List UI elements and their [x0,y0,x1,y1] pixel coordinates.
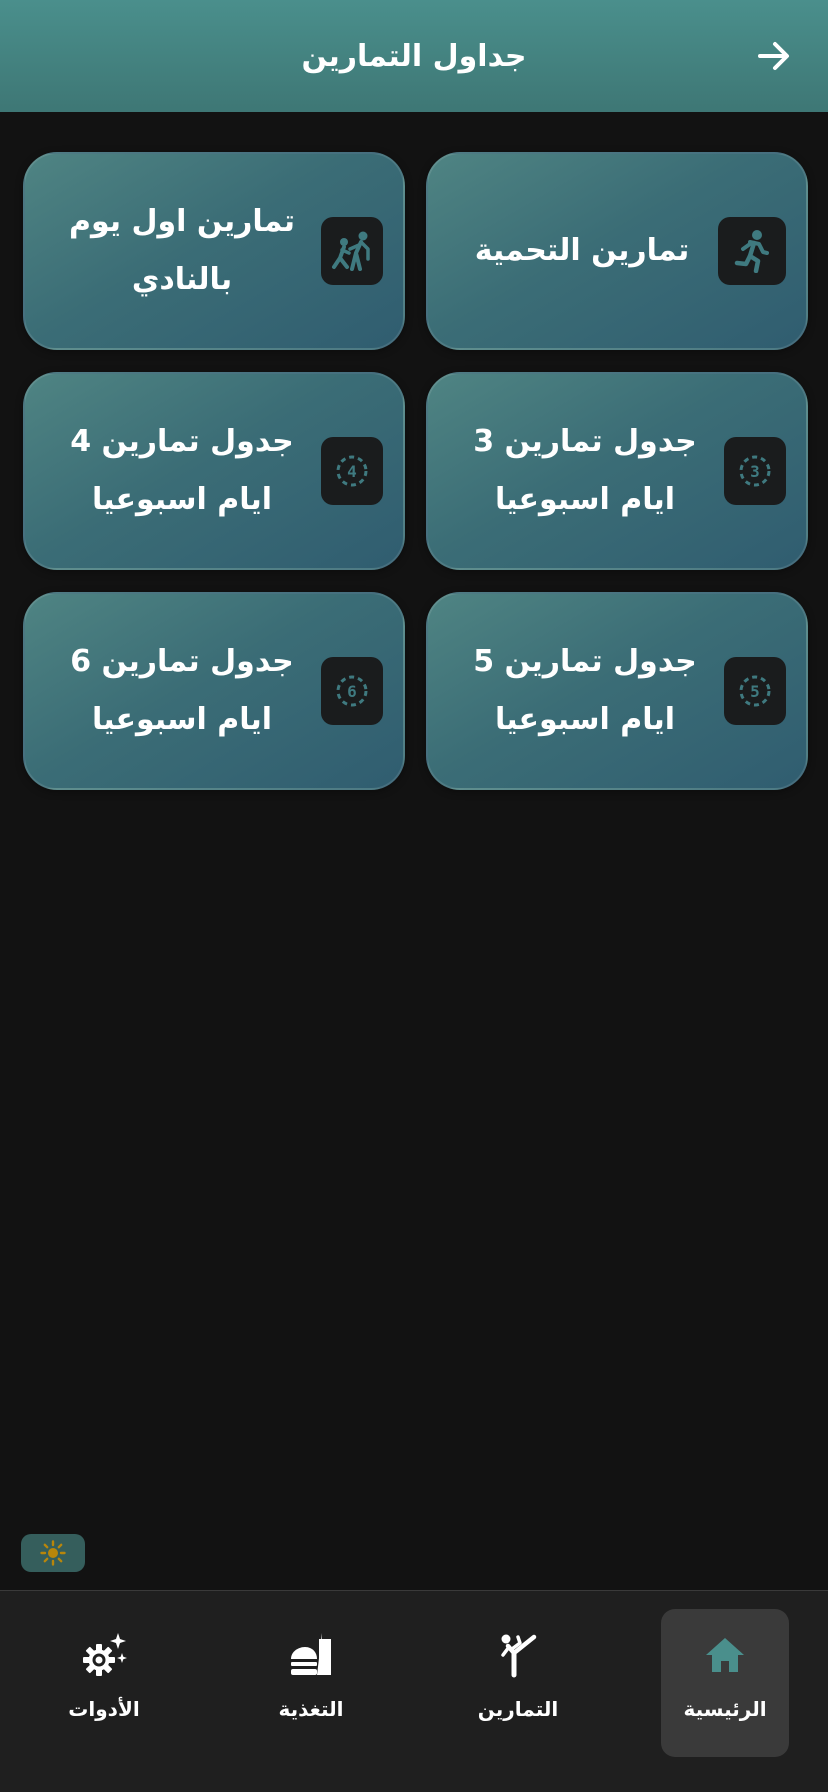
theme-toggle-button[interactable] [21,1534,85,1572]
card-number: 6 [347,682,357,701]
running-icon [718,217,786,285]
nav-label: الرئيسية [683,1697,767,1721]
arrow-right-icon [758,42,789,70]
card-number: 4 [347,462,357,481]
card-label: جدول تمارين 6 ايام اسبوعيا [70,644,294,737]
nav-item-nutrition[interactable]: التغذية [247,1609,375,1757]
fastfood-icon [287,1631,335,1679]
trainer-icon [321,217,383,285]
settings-sparkle-icon [80,1631,128,1679]
card-number: 3 [750,462,760,481]
nav-label: التغذية [278,1697,344,1721]
card-number: 5 [750,682,760,701]
app-header: جداول التمارين [0,0,828,112]
card-first-day-gym[interactable]: تمارين اول يوم بالنادي [23,152,405,350]
card-warmup[interactable]: تمارين التحمية [426,152,808,350]
card-3-days-weekly[interactable]: 3 جدول تمارين 3 ايام اسبوعيا [426,372,808,570]
number-3-circle-icon: 3 [724,437,786,505]
card-6-days-weekly[interactable]: 6 جدول تمارين 6 ايام اسبوعيا [23,592,405,790]
card-label: جدول تمارين 3 ايام اسبوعيا [473,424,697,517]
karate-icon [494,1631,542,1679]
workout-tables-grid: تمارين التحمية تمارين اول يوم بالنادي 3 … [21,152,808,790]
back-button[interactable] [754,36,794,76]
number-5-circle-icon: 5 [724,657,786,725]
card-label: جدول تمارين 5 ايام اسبوعيا [473,644,697,737]
sun-icon [40,1540,66,1566]
card-label: تمارين اول يوم بالنادي [68,204,296,297]
nav-item-tools[interactable]: الأدوات [40,1609,168,1757]
number-4-circle-icon: 4 [321,437,383,505]
nav-item-workouts[interactable]: التمارين [454,1609,582,1757]
card-4-days-weekly[interactable]: 4 جدول تمارين 4 ايام اسبوعيا [23,372,405,570]
nav-label: الأدوات [68,1697,140,1721]
card-label: تمارين التحمية [474,233,690,268]
nav-item-home[interactable]: الرئيسية [661,1609,789,1757]
app-screen: جداول التمارين تمارين التحمية تمارين اول… [0,0,828,1792]
nav-label: التمارين [477,1697,559,1721]
card-5-days-weekly[interactable]: 5 جدول تمارين 5 ايام اسبوعيا [426,592,808,790]
home-icon [701,1631,749,1679]
page-title: جداول التمارين [301,38,527,74]
number-6-circle-icon: 6 [321,657,383,725]
card-label: جدول تمارين 4 ايام اسبوعيا [70,424,294,517]
bottom-navigation: الرئيسية التمارين التغذية الأدوات [0,1590,828,1792]
